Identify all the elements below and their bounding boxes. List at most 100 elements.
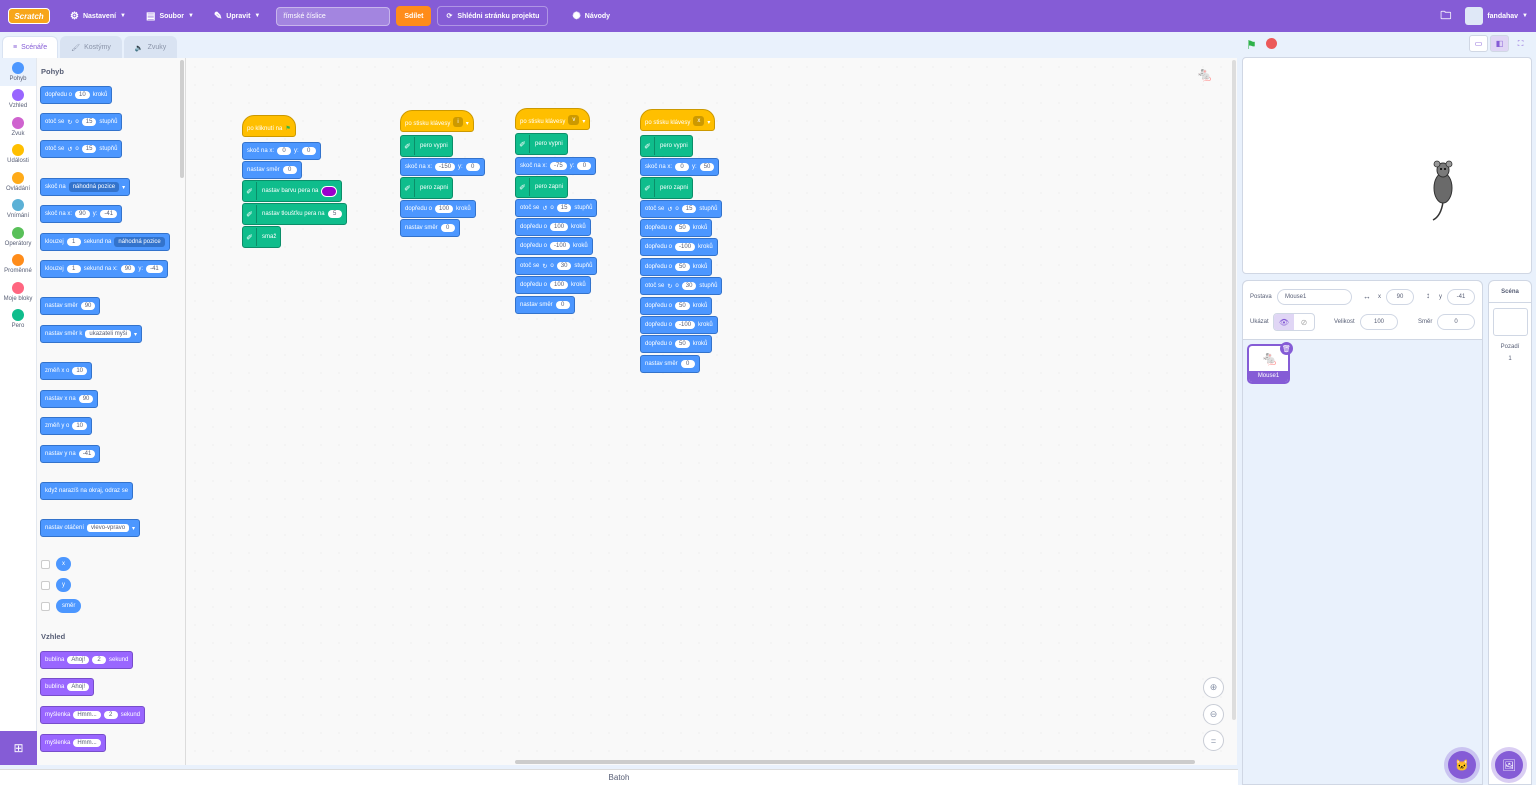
steps-input[interactable]: 100 [550, 223, 569, 231]
message-input[interactable]: Ahoj! [67, 683, 90, 691]
set-pen-size-block[interactable]: ✐ nastav tloušťku pera na 5 [242, 203, 347, 225]
sprite-name-input[interactable]: Mouse1 [1277, 289, 1352, 305]
goto-xy-block[interactable]: skoč na x: -150 y: 0 [400, 158, 485, 176]
say-block[interactable]: bublina Ahoj! [40, 678, 95, 696]
message-input[interactable]: Ahoj! [67, 656, 90, 664]
settings-menu[interactable]: ⚙ Nastavení ▼ [60, 0, 136, 32]
seconds-input[interactable]: 1 [66, 238, 81, 246]
turn-right-block[interactable]: otoč se ↻ o 30 stupňů [640, 277, 723, 295]
bounce-block[interactable]: když narazíš na okraj, odraz se [40, 482, 134, 500]
workspace-horizontal-scrollbar[interactable] [515, 760, 1195, 764]
key-dropdown[interactable]: i [453, 117, 463, 127]
move-steps-block[interactable]: dopředu o 50 kroků [640, 219, 713, 237]
point-direction-block[interactable]: nastav směr 0 [515, 296, 575, 314]
zoom-in-button[interactable]: ⊕ [1203, 677, 1224, 698]
normal-stage-button[interactable]: ◧ [1490, 35, 1509, 52]
value-input[interactable]: 10 [72, 422, 88, 430]
goto-xy-block[interactable]: skoč na x: 0 y: 0 [242, 142, 321, 160]
y-input[interactable]: -41 [100, 210, 118, 218]
zoom-reset-button[interactable]: = [1203, 730, 1224, 751]
file-menu[interactable]: ▤ Soubor ▼ [136, 0, 204, 32]
move-steps-block[interactable]: dopředu o -100 kroků [515, 237, 593, 255]
stage-target-pane[interactable]: Scéna Pozadí 1 [1488, 280, 1532, 785]
set-y-block[interactable]: nastav y na -41 [40, 445, 101, 463]
y-position-reporter[interactable]: y [56, 578, 71, 592]
value-input[interactable]: -41 [78, 450, 96, 458]
show-visible-button[interactable]: 👁 [1274, 314, 1294, 330]
choose-sprite-button[interactable]: 🐱 [1448, 751, 1476, 779]
change-y-block[interactable]: změň y o 10 [40, 417, 93, 435]
account-menu[interactable]: fandahav ▼ [1465, 7, 1528, 25]
steps-input[interactable]: -100 [675, 321, 696, 329]
show-hidden-button[interactable]: ⊘ [1294, 314, 1314, 330]
folder-icon[interactable]: 🗀 [1440, 7, 1451, 26]
move-steps-block[interactable]: dopředu o 100 kroků [515, 276, 591, 294]
turn-left-block[interactable]: otoč se ↺ o 15 stupňů [40, 140, 123, 158]
add-extension-button[interactable]: ⊞ [0, 731, 37, 765]
direction-input[interactable]: 0 [555, 301, 570, 309]
rotation-style-block[interactable]: nastav otáčení vlevo-vpravo ▾ [40, 519, 141, 537]
y-input[interactable]: 0 [465, 163, 480, 171]
x-input[interactable]: 0 [277, 147, 292, 155]
see-project-page-button[interactable]: ⟳ Shlédni stránku projektu [437, 6, 549, 26]
goto-xy-block[interactable]: skoč na x: 90 y: -41 [40, 205, 123, 223]
stop-button[interactable] [1266, 38, 1277, 49]
sprite-x-input[interactable]: 90 [1386, 289, 1414, 305]
direction-monitor-checkbox[interactable] [41, 602, 50, 611]
value-input[interactable]: 90 [78, 395, 94, 403]
sprite-direction-input[interactable]: 0 [1437, 314, 1475, 330]
when-key-pressed-block[interactable]: po stisku klávesy i ▾ [400, 110, 474, 132]
zoom-out-button[interactable]: ⊖ [1203, 704, 1224, 725]
seconds-input[interactable]: 2 [92, 656, 107, 664]
x-input[interactable]: 0 [675, 163, 690, 171]
x-monitor-checkbox[interactable] [41, 560, 50, 569]
category-7[interactable]: Proměnné [0, 251, 36, 279]
green-flag-button[interactable]: ⚑ [1246, 38, 1257, 52]
x-input[interactable]: 90 [75, 210, 90, 218]
small-stage-button[interactable]: ▭ [1469, 35, 1488, 52]
steps-input[interactable]: 100 [550, 281, 569, 289]
steps-input[interactable]: 10 [75, 91, 90, 99]
category-0[interactable]: Pohyb [0, 58, 36, 86]
fullscreen-button[interactable]: ⛶ [1511, 35, 1530, 52]
set-pen-color-block[interactable]: ✐ nastav barvu pera na [242, 180, 343, 202]
steps-input[interactable]: -100 [550, 242, 571, 250]
set-x-block[interactable]: nastav x na 90 [40, 390, 99, 408]
message-input[interactable]: Hmm... [73, 711, 101, 719]
mouse-sprite[interactable] [1427, 158, 1459, 222]
when-key-pressed-block[interactable]: po stisku klávesy x ▾ [640, 109, 716, 131]
point-direction-block[interactable]: nastav směr 0 [242, 161, 302, 179]
category-2[interactable]: Zvuk [0, 113, 36, 141]
glide-random-block[interactable]: klouzej 1 sekund na náhodná pozice [40, 233, 170, 251]
point-direction-block[interactable]: nastav směr 90 [40, 297, 101, 315]
turn-left-block[interactable]: otoč se ↺ o 15 stupňů [640, 200, 723, 218]
project-title-input[interactable]: římské číslice [276, 6, 391, 26]
steps-input[interactable]: 50 [675, 263, 690, 271]
x-input[interactable]: 90 [120, 265, 136, 273]
point-direction-block[interactable]: nastav směr 0 [640, 355, 700, 373]
goto-xy-block[interactable]: skoč na x: 0 y: 50 [640, 158, 720, 176]
backdrop-thumbnail[interactable] [1493, 308, 1528, 336]
pen-up-block[interactable]: ✐ pero vypni [640, 135, 693, 157]
key-dropdown[interactable]: x [693, 116, 705, 126]
goto-random-block[interactable]: skoč na náhodná pozice ▾ [40, 178, 131, 196]
when-flag-clicked-block[interactable]: po kliknutí na ⚑ [242, 115, 296, 137]
pen-color-swatch[interactable] [321, 185, 338, 197]
message-input[interactable]: Hmm... [73, 739, 101, 747]
steps-input[interactable]: 100 [435, 205, 454, 213]
think-block[interactable]: myšlenka Hmm... [40, 734, 106, 752]
x-position-reporter[interactable]: x [56, 557, 71, 571]
direction-input[interactable]: 0 [680, 360, 695, 368]
move-steps-block[interactable]: dopředu o -100 kroků [640, 316, 718, 334]
turn-right-block[interactable]: otoč se ↻ o 30 stupňů [515, 257, 598, 275]
direction-reporter[interactable]: směr [56, 599, 82, 613]
steps-input[interactable]: 50 [675, 224, 690, 232]
category-9[interactable]: Pero [0, 306, 36, 334]
category-8[interactable]: Moje bloky [0, 278, 36, 306]
goto-xy-block[interactable]: skoč na x: -75 y: 0 [515, 157, 597, 175]
degrees-input[interactable]: 15 [81, 118, 97, 126]
steps-input[interactable]: -100 [675, 243, 696, 251]
tab-code[interactable]: ≡ Scénáře [2, 36, 59, 58]
y-monitor-checkbox[interactable] [41, 581, 50, 590]
seconds-input[interactable]: 2 [103, 711, 118, 719]
